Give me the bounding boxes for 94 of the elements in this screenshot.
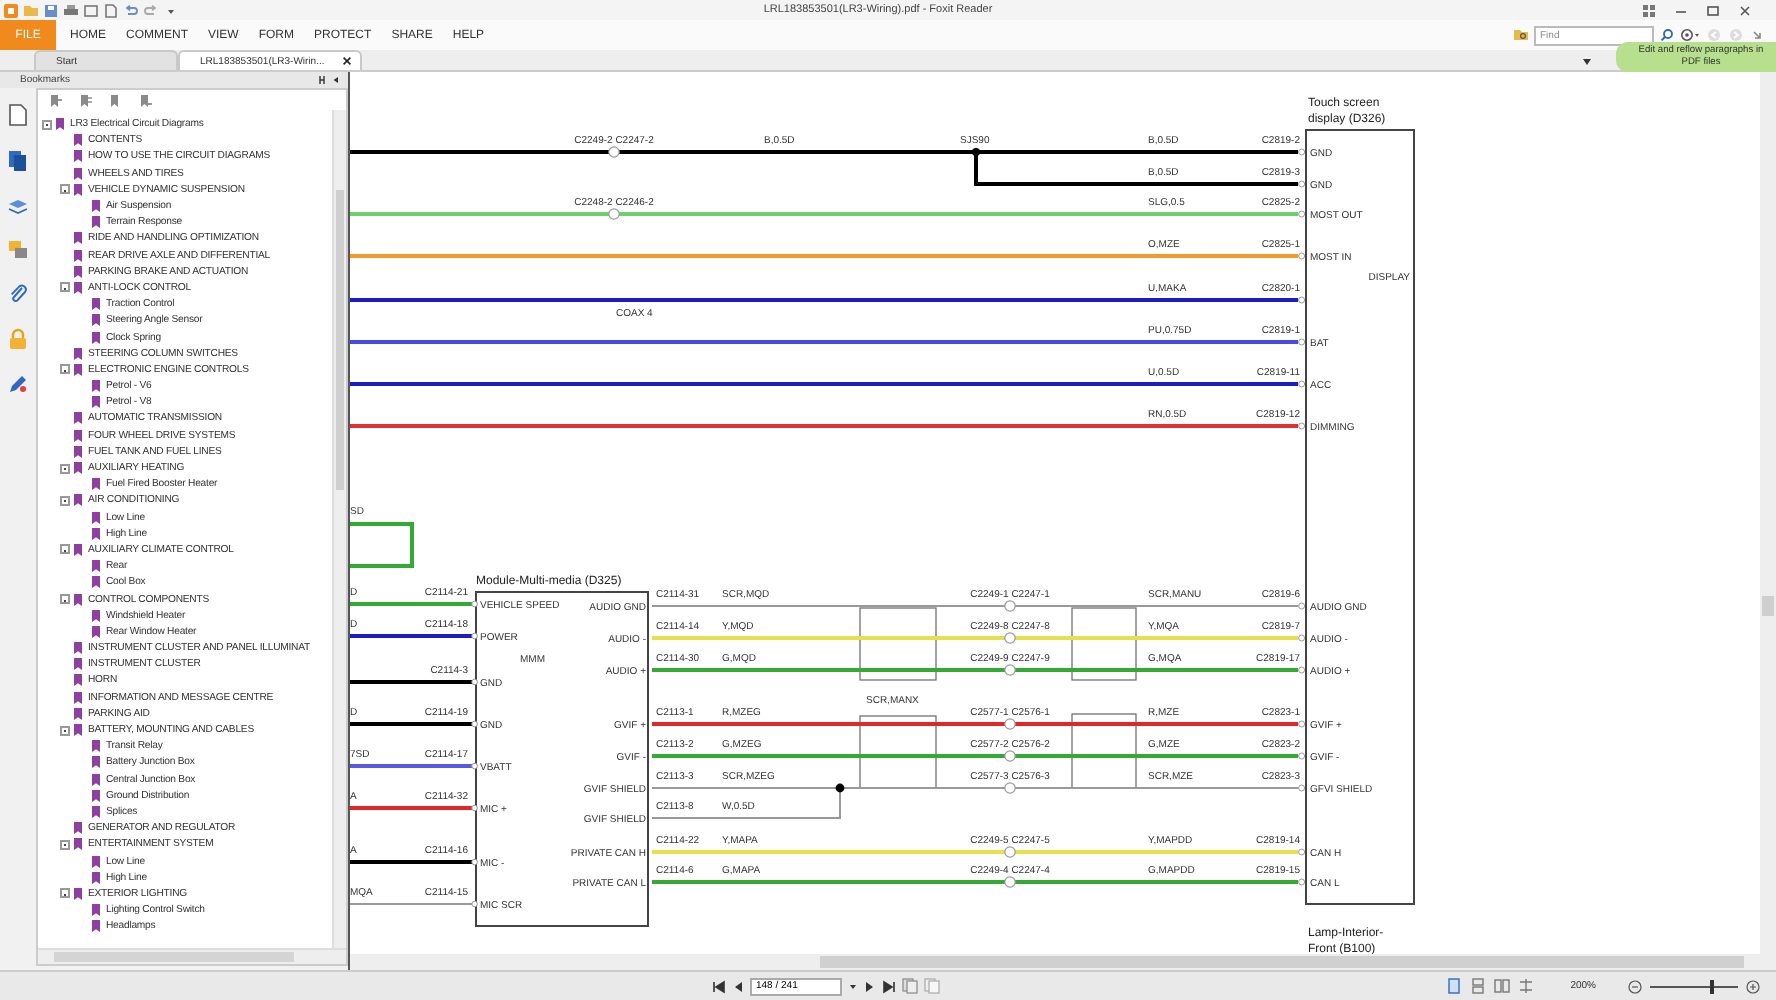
- terminal-symbol: [1298, 180, 1306, 188]
- inline-connector-symbol: [1004, 750, 1016, 762]
- undo-icon[interactable]: [124, 3, 138, 17]
- pin-icon[interactable]: [318, 76, 326, 84]
- scrollbar-thumb[interactable]: [54, 952, 294, 962]
- inline-connector-symbol: [1004, 876, 1016, 888]
- terminal-symbol: [1298, 210, 1306, 218]
- window-icon[interactable]: [84, 3, 98, 17]
- print-icon[interactable]: [64, 3, 78, 17]
- terminal-symbol: [1298, 252, 1306, 260]
- continuous-page-icon[interactable]: [1470, 978, 1487, 994]
- tree-toggle[interactable]: [60, 544, 70, 555]
- shield-outline: [1071, 607, 1137, 681]
- junction-dot: [835, 783, 845, 793]
- page-dropdown-button[interactable]: [848, 981, 858, 991]
- terminal-symbol: [1298, 148, 1306, 156]
- restore-icon[interactable]: [1706, 3, 1720, 17]
- terminal-symbol: [1298, 422, 1306, 430]
- bookmark-icon[interactable]: [140, 93, 152, 107]
- zoom-in-icon[interactable]: [1746, 979, 1760, 993]
- tree-toggle[interactable]: [60, 364, 70, 375]
- page-icon[interactable]: [8, 104, 28, 126]
- tree-toggle[interactable]: [42, 119, 52, 130]
- terminal-symbol: [1298, 878, 1306, 886]
- page-icon[interactable]: [104, 3, 118, 17]
- bookmark-icon[interactable]: [80, 93, 92, 107]
- terminal-symbol: [471, 720, 478, 728]
- comment-icon[interactable]: [8, 240, 28, 260]
- tree-toggle[interactable]: [60, 495, 70, 506]
- terminal-symbol: [1298, 634, 1306, 642]
- terminal-symbol: [471, 804, 478, 812]
- close-icon[interactable]: [1738, 3, 1752, 17]
- scrollbar[interactable]: [38, 948, 346, 964]
- shield-outline: [859, 607, 937, 681]
- previous-page-icon[interactable]: [732, 979, 744, 993]
- settings-icon[interactable]: [1680, 28, 1700, 42]
- save-icon[interactable]: [44, 3, 58, 17]
- terminal-symbol: [1298, 338, 1306, 346]
- tree-toggle[interactable]: [60, 839, 70, 850]
- terminal-symbol: [471, 678, 478, 686]
- tree-toggle[interactable]: [60, 282, 70, 293]
- terminal-symbol: [471, 762, 478, 770]
- inline-connector-symbol: [1004, 718, 1016, 730]
- two-page-icon[interactable]: [1494, 978, 1511, 994]
- scrollbar-thumb[interactable]: [820, 956, 1744, 968]
- grid-icon[interactable]: [1642, 3, 1656, 17]
- close-icon[interactable]: [342, 56, 352, 66]
- first-page-icon[interactable]: [712, 979, 726, 993]
- terminal-symbol: [1298, 784, 1306, 792]
- scrollbar[interactable]: [332, 110, 346, 948]
- inline-connector-symbol: [1004, 782, 1016, 794]
- expand-icon[interactable]: [1750, 28, 1764, 42]
- bookmark-icon[interactable]: [50, 93, 62, 107]
- inline-connector-symbol: [608, 146, 620, 158]
- next-page-icon[interactable]: [864, 979, 876, 993]
- terminal-symbol: [1298, 720, 1306, 728]
- tree-toggle[interactable]: [60, 888, 70, 899]
- slider-thumb[interactable]: [1709, 979, 1714, 993]
- folder-search-icon[interactable]: [1514, 28, 1528, 42]
- scrollbar-thumb[interactable]: [1762, 596, 1774, 616]
- inline-connector-symbol: [608, 208, 620, 220]
- terminal-symbol: [1298, 602, 1306, 610]
- inline-connector-symbol: [1004, 632, 1016, 644]
- terminal-symbol: [471, 900, 478, 908]
- tree-toggle[interactable]: [60, 594, 70, 605]
- terminal-symbol: [1298, 848, 1306, 856]
- inline-connector-symbol: [1004, 664, 1016, 676]
- app-logo-icon[interactable]: [4, 3, 18, 17]
- search-icon[interactable]: [1660, 28, 1674, 42]
- scrollbar[interactable]: [1760, 72, 1776, 970]
- terminal-symbol: [1298, 752, 1306, 760]
- bookmark-icon[interactable]: [110, 93, 122, 107]
- terminal-symbol: [1298, 380, 1306, 388]
- tree-toggle[interactable]: [60, 184, 70, 195]
- terminal-symbol: [1298, 296, 1306, 304]
- caret-icon[interactable]: [1582, 58, 1592, 66]
- paperclip-icon[interactable]: [8, 284, 28, 304]
- inline-connector-symbol: [1004, 846, 1016, 858]
- terminal-symbol: [471, 632, 478, 640]
- terminal-symbol: [471, 858, 478, 866]
- caret-icon[interactable]: [332, 76, 340, 84]
- scroll-page-icon[interactable]: [1518, 978, 1535, 994]
- layers-icon[interactable]: [8, 196, 28, 216]
- zoom-out-icon[interactable]: [1628, 979, 1642, 993]
- last-page-icon[interactable]: [882, 979, 896, 993]
- single-page-icon[interactable]: [1446, 978, 1463, 994]
- pen-icon[interactable]: [8, 374, 28, 394]
- terminal-symbol: [471, 600, 478, 608]
- inline-connector-symbol: [1004, 600, 1016, 612]
- tree-toggle[interactable]: [60, 463, 70, 474]
- scrollbar[interactable]: [350, 954, 1760, 970]
- tree-toggle[interactable]: [60, 725, 70, 736]
- terminal-symbol: [1298, 666, 1306, 674]
- pages-icon[interactable]: [8, 150, 28, 172]
